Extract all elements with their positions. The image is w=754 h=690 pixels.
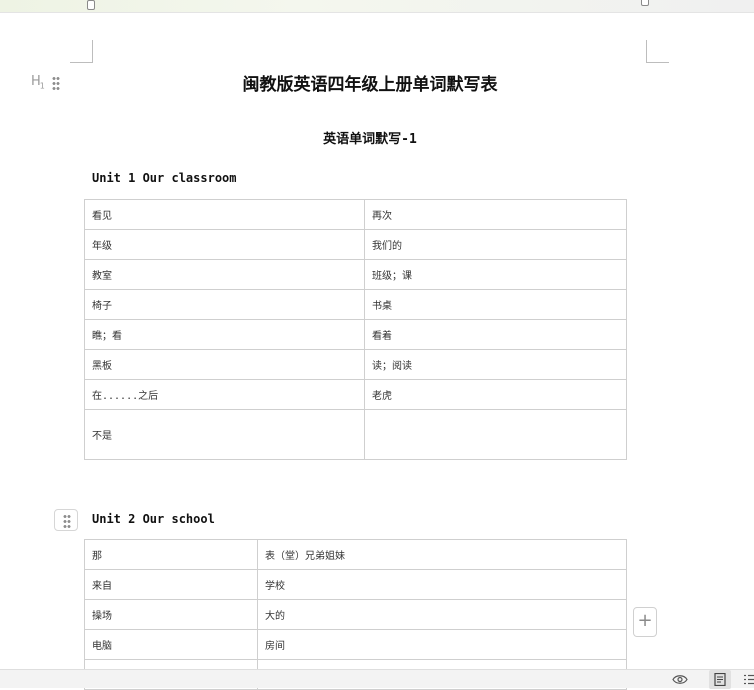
unit-2-vocab-table: 那 表（堂）兄弟姐妹 来自 学校 操场 大的 电脑 房间 [84,539,627,690]
table-cell[interactable]: 电脑 [84,629,258,660]
table-row: 看见 再次 [84,199,627,230]
table-row: 黑板 读；阅读 [84,349,627,380]
drag-handle-icon [63,514,71,528]
left-indent-marker[interactable] [87,0,95,10]
status-bar [0,669,754,689]
table-row: 来自 学校 [84,569,627,600]
table-row: 瞧；看 看着 [84,319,627,350]
outline-icon[interactable] [744,670,754,689]
table-row: 电脑 房间 [84,629,627,660]
unit-1-heading: Unit 1 Our classroom [92,171,237,185]
page-margin-corner-top-right [646,40,669,63]
table-cell[interactable]: 教室 [84,259,365,290]
table-cell[interactable]: 班级；课 [364,259,627,290]
table-row: 教室 班级；课 [84,259,627,290]
table-row: 在......之后 老虎 [84,379,627,410]
table-cell[interactable]: 看着 [364,319,627,350]
table-row: 那 表（堂）兄弟姐妹 [84,539,627,570]
table-cell[interactable]: 表（堂）兄弟姐妹 [257,539,627,570]
page-view-icon[interactable] [709,670,731,689]
table-cell[interactable]: 老虎 [364,379,627,410]
table-cell[interactable]: 操场 [84,599,258,630]
block-drag-handle[interactable] [54,509,78,531]
table-cell[interactable]: 在......之后 [84,379,365,410]
horizontal-ruler[interactable] [0,0,754,13]
table-cell[interactable]: 不是 [84,409,365,460]
table-cell[interactable]: 瞧；看 [84,319,365,350]
table-cell[interactable]: 那 [84,539,258,570]
page-margin-corner-top-left [70,40,93,63]
eye-icon[interactable] [671,670,689,689]
table-row: 不是 [84,409,627,460]
document-title: 闽教版英语四年级上册单词默写表 [242,75,498,95]
table-cell[interactable] [364,409,627,460]
table-cell[interactable]: 房间 [257,629,627,660]
table-cell[interactable]: 我们的 [364,229,627,260]
table-cell[interactable]: 年级 [84,229,365,260]
table-cell[interactable]: 来自 [84,569,258,600]
add-block-button[interactable]: + [633,607,657,637]
table-row: 椅子 书桌 [84,289,627,320]
table-cell[interactable]: 学校 [257,569,627,600]
table-cell[interactable]: 读；阅读 [364,349,627,380]
unit-1-vocab-table: 看见 再次 年级 我们的 教室 班级；课 椅子 书桌 瞧；看 看着 黑板 读；阅… [84,199,627,460]
table-row: 操场 大的 [84,599,627,630]
table-cell[interactable]: 看见 [84,199,365,230]
table-cell[interactable]: 黑板 [84,349,365,380]
table-cell[interactable]: 大的 [257,599,627,630]
document-subtitle: 英语单词默写-1 [323,132,417,147]
table-cell[interactable]: 再次 [364,199,627,230]
table-cell[interactable]: 书桌 [364,289,627,320]
table-row: 年级 我们的 [84,229,627,260]
unit-2-heading: Unit 2 Our school [92,512,215,526]
right-indent-marker[interactable] [641,0,649,6]
table-cell[interactable]: 椅子 [84,289,365,320]
